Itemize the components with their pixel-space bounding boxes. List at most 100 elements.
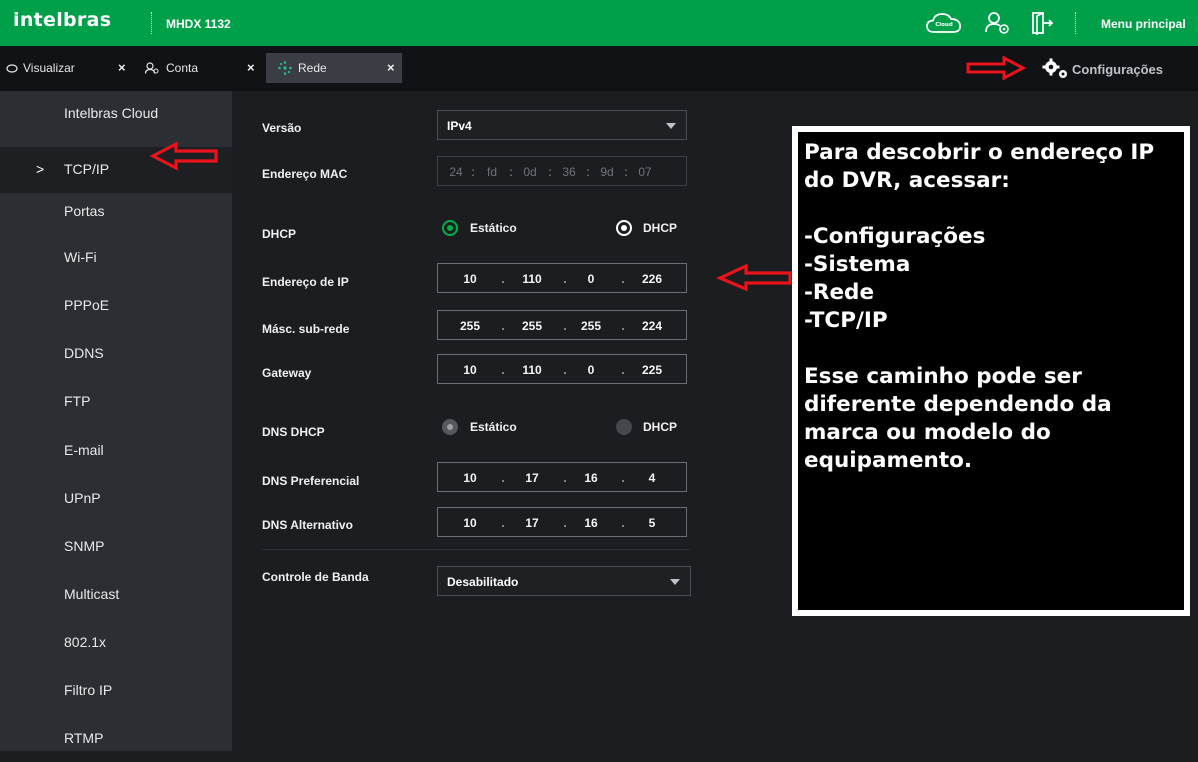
dns-octet: 17 [525, 516, 539, 530]
sidebar-item-label: Portas [64, 203, 105, 219]
sidebar-item-label: E-mail [64, 442, 104, 458]
tab-label: Conta [166, 61, 199, 75]
ip-octet: 226 [641, 272, 663, 286]
dhcp-static-label: Estático [470, 221, 517, 235]
logout-icon[interactable] [1030, 11, 1054, 35]
note-line: -Sistema [804, 252, 911, 277]
note-line [804, 195, 1184, 223]
device-model: MHDX 1132 [166, 17, 231, 31]
dns-static-label: Estático [470, 420, 517, 434]
sidebar-item-intelbras-cloud[interactable]: Intelbras Cloud [0, 91, 232, 137]
user-settings-icon[interactable] [985, 11, 1011, 35]
sidebar-item-wifi[interactable]: Wi-Fi [0, 235, 232, 281]
sidebar-item-multicast[interactable]: Multicast [0, 572, 232, 618]
mask-separator: . [621, 319, 625, 333]
note-line [804, 335, 1184, 363]
section-divider [262, 549, 690, 550]
sidebar-item-ftp[interactable]: FTP [0, 379, 232, 425]
note-line: equipamento. [804, 448, 973, 473]
mask-label: Másc. sub-rede [262, 322, 350, 336]
dns-separator: . [563, 471, 567, 485]
gateway-separator: . [563, 363, 567, 377]
ip-address-field[interactable]: 10 . 110 . 0 . 226 [437, 263, 687, 293]
mac-label: Endereço MAC [262, 167, 348, 181]
ip-label: Endereço de IP [262, 275, 349, 289]
mask-octet: 255 [521, 319, 543, 333]
sidebar-item-8021x[interactable]: 802.1x [0, 620, 232, 666]
dns-octet: 16 [584, 516, 598, 530]
dns-dhcp-label: DNS DHCP [262, 425, 325, 439]
ip-octet: 110 [522, 272, 542, 286]
dns-separator: . [621, 516, 625, 530]
note-line: -TCP/IP [804, 308, 888, 333]
dhcp-dhcp-radio[interactable] [616, 220, 632, 236]
cloud-icon[interactable]: Cloud [925, 11, 963, 35]
settings-link[interactable]: Configurações [1041, 58, 1163, 80]
tab-label: Rede [298, 61, 327, 75]
version-select[interactable]: IPv4 [437, 110, 687, 140]
sidebar-item-pppoe[interactable]: PPPoE [0, 283, 232, 329]
sidebar-item-upnp[interactable]: UPnP [0, 476, 232, 522]
sidebar-item-filtro-ip[interactable]: Filtro IP [0, 668, 232, 714]
dns-separator: . [501, 471, 505, 485]
tab-bar: Visualizar × Conta × Rede × [0, 46, 1198, 91]
tab-visualizar[interactable]: Visualizar × [0, 53, 133, 83]
sidebar-item-email[interactable]: E-mail [0, 428, 232, 474]
top-bar: intelbras MHDX 1132 Cloud Menu principal [0, 0, 1198, 46]
sidebar-item-label: RTMP [64, 730, 104, 746]
gateway-separator: . [501, 363, 505, 377]
note-line: Para descobrir o endereço IP [804, 140, 1155, 165]
sidebar-item-label: Multicast [64, 586, 120, 602]
instruction-text: Para descobrir o endereço IP do DVR, ace… [798, 132, 1184, 610]
sidebar-item-snmp[interactable]: SNMP [0, 524, 232, 570]
sidebar-item-rtmp[interactable]: RTMP [0, 716, 232, 762]
ip-separator: . [563, 272, 567, 286]
sidebar-item-label: FTP [64, 393, 91, 409]
dhcp-static-radio[interactable] [442, 220, 458, 236]
gateway-octet: 110 [522, 363, 542, 377]
dns-separator: . [501, 516, 505, 530]
dns-preferred-field[interactable]: 10 . 17 . 16 . 4 [437, 462, 687, 492]
menu-divider [1075, 12, 1076, 34]
network-icon [278, 61, 292, 75]
tab-conta[interactable]: Conta × [133, 53, 266, 83]
mac-field: 24 : fd : 0d : 36 : 9d : 07 [437, 156, 687, 186]
note-line: -Rede [804, 280, 875, 305]
sidebar-item-label: 802.1x [64, 634, 107, 650]
svg-text:Cloud: Cloud [935, 22, 953, 28]
tab-close-button[interactable]: × [247, 60, 255, 75]
bandwidth-select[interactable]: Desabilitado [437, 566, 691, 596]
gateway-field[interactable]: 10 . 110 . 0 . 225 [437, 354, 687, 384]
sidebar-item-ddns[interactable]: DDNS [0, 331, 232, 377]
mac-octet: 07 [638, 165, 652, 179]
logo-divider [151, 12, 152, 34]
caret-down-icon [666, 123, 676, 129]
sidebar-item-portas[interactable]: Portas [0, 189, 232, 235]
tab-rede[interactable]: Rede × [266, 53, 402, 83]
sidebar-item-label: Wi-Fi [64, 249, 97, 265]
main-menu-button[interactable]: Menu principal [1101, 17, 1186, 31]
gateway-separator: . [621, 363, 625, 377]
tab-close-button[interactable]: × [118, 60, 126, 75]
ip-separator: . [501, 272, 505, 286]
mask-octet: 255 [580, 319, 602, 333]
tab-close-button[interactable]: × [387, 60, 395, 75]
red-arrow-right-icon [966, 55, 1026, 81]
dns-octet: 10 [463, 516, 477, 530]
dns-octet: 4 [648, 471, 656, 485]
dns-alternate-field[interactable]: 10 . 17 . 16 . 5 [437, 507, 687, 537]
version-value: IPv4 [447, 119, 472, 133]
chevron-right-icon: > [36, 161, 45, 177]
dns-octet: 10 [463, 471, 477, 485]
dns-octet: 17 [525, 471, 539, 485]
settings-label: Configurações [1072, 61, 1164, 77]
gateway-label: Gateway [262, 366, 312, 380]
users-icon [145, 62, 159, 74]
sidebar-item-label: TCP/IP [64, 161, 110, 177]
sidebar-item-label: DDNS [64, 345, 104, 361]
ip-octet: 0 [587, 272, 595, 286]
gateway-octet: 10 [463, 363, 477, 377]
mac-octet: 9d [600, 165, 614, 179]
dns-pref-label: DNS Preferencial [262, 474, 360, 488]
subnet-mask-field[interactable]: 255 . 255 . 255 . 224 [437, 310, 687, 340]
